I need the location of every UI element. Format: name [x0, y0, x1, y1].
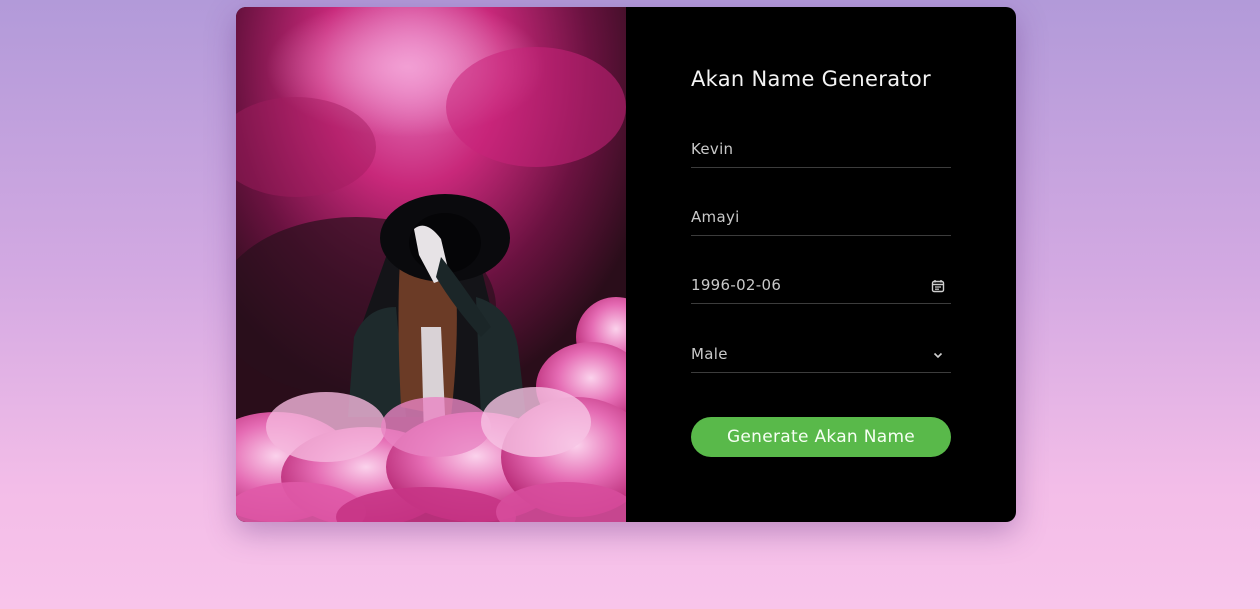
- first-name-field[interactable]: Kevin: [691, 134, 951, 168]
- chevron-down-icon: [933, 352, 943, 359]
- birth-date-field[interactable]: 1996-02-06: [691, 270, 951, 304]
- form-card: Akan Name Generator Kevin Amayi 1996-02-…: [236, 7, 1016, 522]
- calendar-icon[interactable]: [931, 279, 945, 293]
- first-name-value: Kevin: [691, 140, 734, 158]
- hero-photo: [236, 7, 626, 522]
- generate-akan-name-button[interactable]: Generate Akan Name: [691, 417, 951, 457]
- gender-select[interactable]: Male: [691, 339, 951, 373]
- gender-selected-value: Male: [691, 345, 728, 363]
- birth-date-value: 1996-02-06: [691, 276, 782, 294]
- last-name-value: Amayi: [691, 208, 740, 226]
- form-panel: Akan Name Generator Kevin Amayi 1996-02-…: [626, 7, 1016, 522]
- smoke-portrait-image: [236, 7, 626, 522]
- last-name-field[interactable]: Amayi: [691, 202, 951, 236]
- page-title: Akan Name Generator: [691, 67, 931, 91]
